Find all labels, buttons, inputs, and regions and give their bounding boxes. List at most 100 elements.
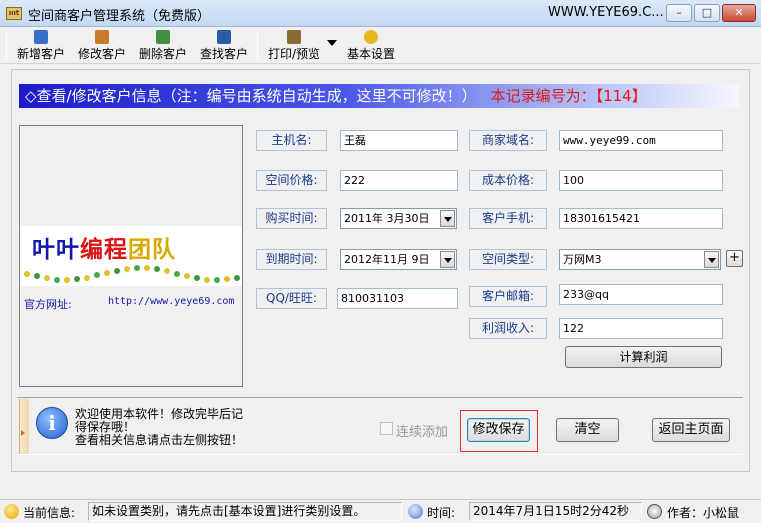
- banner-dot: [24, 271, 30, 277]
- logo-part-1: 叶叶: [32, 236, 80, 263]
- tip-collapse-strip[interactable]: [19, 399, 29, 454]
- banner-dot: [124, 265, 130, 272]
- print-icon: [287, 30, 301, 44]
- cost-price-field[interactable]: 100: [559, 170, 723, 191]
- space-price-label: 空间价格:: [256, 170, 327, 191]
- tip-line: 查看相关信息请点击左侧按钮！: [75, 433, 244, 447]
- phone-label: 客户手机:: [469, 208, 547, 229]
- banner-dot: [224, 276, 230, 283]
- email-label: 客户邮箱:: [469, 286, 547, 307]
- toolbar-separator: [257, 32, 258, 60]
- banner-logo: 叶叶编程团队: [32, 230, 176, 264]
- tip-message: 欢迎使用本软件！修改完毕后记 得保存哦！ 查看相关信息请点击左侧按钮！: [75, 408, 255, 447]
- qq-field[interactable]: 810031103: [337, 288, 458, 309]
- banner-dot: [184, 273, 190, 280]
- space-price-field[interactable]: 222: [340, 170, 458, 191]
- continuous-add-label: 连续添加: [396, 425, 449, 440]
- email-field[interactable]: 233@qq: [559, 284, 723, 305]
- phone-field[interactable]: 18301615421: [559, 208, 723, 229]
- time-value: 2014年7月1日15时2分42秒: [469, 502, 642, 521]
- expire-date-picker[interactable]: 2012年11月 9日: [340, 249, 457, 270]
- toolbar-edit-customer-button[interactable]: 修改客户: [76, 30, 128, 62]
- profit-field[interactable]: 122: [559, 318, 723, 339]
- print-dropdown-arrow-icon[interactable]: [327, 40, 337, 46]
- banner-dot: [174, 270, 180, 277]
- banner-dot: [214, 276, 220, 283]
- continuous-add-checkbox[interactable]: [380, 422, 393, 435]
- space-type-label: 空间类型:: [469, 249, 547, 270]
- app-window: ıııt 空间商客户管理系统（免费版） WWW.YEYE69.C... – □ …: [0, 0, 761, 523]
- banner-dot: [134, 265, 140, 272]
- author-label: 作者：小松鼠: [667, 506, 740, 520]
- settings-smiley-icon: [364, 30, 378, 44]
- banner-site-url[interactable]: http://www.yeye69.com: [108, 296, 234, 307]
- toolbar-add-customer-label: 新增客户: [16, 47, 65, 61]
- record-number: 本记录编号为：【114】: [490, 87, 647, 105]
- toolbar-settings-label: 基本设置: [346, 47, 395, 61]
- delete-customer-icon: [156, 30, 170, 44]
- minimize-button[interactable]: –: [666, 4, 692, 22]
- calculate-profit-button[interactable]: 计算利润: [565, 346, 722, 368]
- qq-label: QQ/旺旺:: [256, 288, 327, 309]
- toolbar-edit-customer-label: 修改客户: [77, 47, 126, 61]
- add-space-type-button[interactable]: +: [726, 250, 743, 267]
- banner-site-label: 官方网址:: [24, 298, 72, 311]
- buy-date-picker[interactable]: 2011年 3月30日: [340, 208, 457, 229]
- title-bar: ıııt 空间商客户管理系统（免费版） WWW.YEYE69.C... – □ …: [0, 0, 761, 27]
- current-info-label: 当前信息:: [23, 506, 76, 520]
- banner-dot: [194, 275, 200, 282]
- profit-label: 利润收入:: [469, 318, 547, 339]
- banner-dot: [34, 273, 40, 280]
- space-type-select[interactable]: 万网M3: [559, 249, 721, 270]
- info-header: ◇查看/修改客户信息（注：编号由系统自动生成，这里不可修改！） 本记录编号为：【1…: [19, 84, 739, 108]
- maximize-button[interactable]: □: [694, 4, 720, 22]
- buy-date-label: 购买时间:: [256, 208, 327, 229]
- save-changes-button[interactable]: 修改保存: [467, 418, 530, 442]
- banner-dot: [164, 268, 170, 275]
- banner-dot: [114, 267, 120, 274]
- domain-field[interactable]: www.yeye99.com: [559, 130, 723, 151]
- info-icon: i: [36, 407, 68, 439]
- chevron-down-icon[interactable]: [704, 251, 719, 268]
- banner-dot: [104, 269, 110, 276]
- toolbar-settings-button[interactable]: 基本设置: [344, 30, 398, 62]
- host-name-field[interactable]: 王磊: [340, 130, 458, 151]
- host-name-label: 主机名:: [256, 130, 327, 151]
- banner-dot: [154, 266, 160, 273]
- clear-button[interactable]: 清空: [556, 418, 619, 442]
- current-info-message: 如未设置类别，请先点击[基本设置]进行类别设置。: [88, 502, 402, 521]
- banner-dot: [84, 274, 90, 281]
- clock-icon: [408, 504, 423, 519]
- edit-customer-icon: [95, 30, 109, 44]
- domain-label: 商家域名:: [469, 130, 547, 151]
- close-button[interactable]: ✕: [722, 4, 756, 22]
- banner-dot: [44, 275, 50, 282]
- add-customer-icon: [34, 30, 48, 44]
- find-customer-icon: [217, 30, 231, 44]
- space-type-value: 万网M3: [563, 253, 602, 266]
- banner-dots: [24, 264, 240, 284]
- toolbar-print-label: 打印/预览: [267, 47, 321, 61]
- lightbulb-icon: [4, 504, 19, 519]
- window-title: 空间商客户管理系统（免费版）: [28, 9, 211, 24]
- toolbar-print-button[interactable]: 打印/预览: [264, 30, 324, 62]
- toolbar: 新增客户 修改客户 删除客户 查找客户 打印/预览 基本设置: [0, 28, 761, 64]
- banner-dot: [64, 276, 70, 283]
- team-banner: 叶叶编程团队 官方网址: http://www.yeye69.com: [19, 125, 243, 387]
- expire-date-label: 到期时间:: [256, 249, 327, 270]
- banner-dot: [234, 274, 240, 281]
- expire-date-value: 2012年11月 9日: [344, 253, 430, 266]
- toolbar-add-customer-button[interactable]: 新增客户: [15, 30, 67, 62]
- toolbar-find-customer-button[interactable]: 查找客户: [198, 30, 250, 62]
- cost-price-label: 成本价格:: [469, 170, 547, 191]
- panda-icon: [647, 504, 662, 519]
- banner-dot: [144, 265, 150, 272]
- buy-date-value: 2011年 3月30日: [344, 212, 430, 225]
- toolbar-delete-customer-button[interactable]: 删除客户: [137, 30, 189, 62]
- status-bar: 当前信息: 如未设置类别，请先点击[基本设置]进行类别设置。 时间: 2014年…: [0, 499, 761, 523]
- chevron-down-icon[interactable]: [440, 251, 455, 268]
- banner-dot: [54, 276, 60, 283]
- chevron-down-icon[interactable]: [440, 210, 455, 227]
- return-home-button[interactable]: 返回主页面: [652, 418, 730, 442]
- app-icon: ıııt: [6, 7, 22, 20]
